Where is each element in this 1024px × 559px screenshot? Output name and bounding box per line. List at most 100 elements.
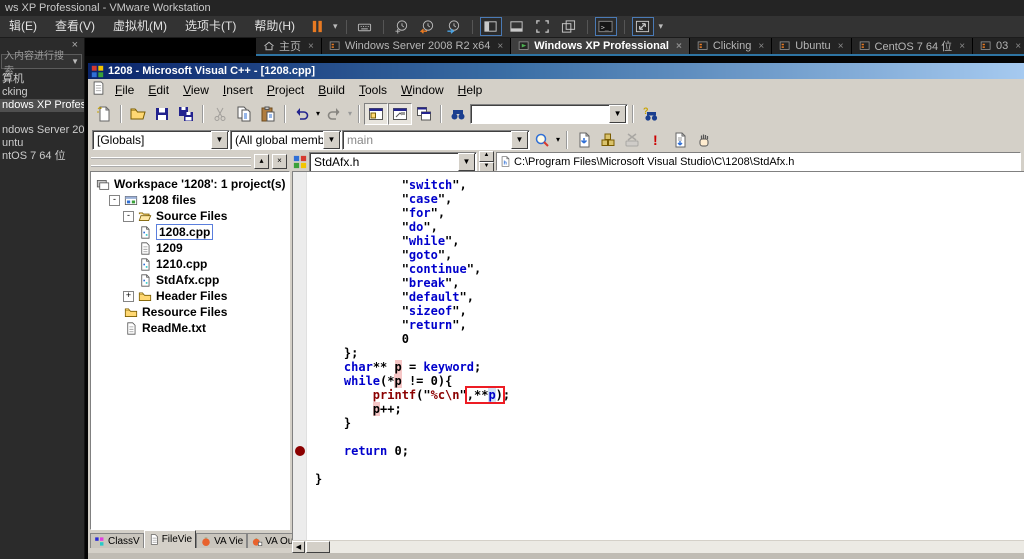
vm-tab[interactable]: 主页 × <box>256 38 322 54</box>
vmware-menu-item[interactable]: 帮助(H) <box>245 16 304 37</box>
msvc-menu-item[interactable]: Tools <box>352 83 394 97</box>
fit-guest-button[interactable] <box>631 17 654 36</box>
vm-tab[interactable]: Ubuntu × <box>772 38 852 54</box>
paste-button[interactable] <box>256 103 280 125</box>
redo-caret-icon[interactable]: ▾ <box>346 109 354 118</box>
msvc-menu-item[interactable]: Edit <box>141 83 176 97</box>
vm-tab[interactable]: Windows XP Professional × <box>511 38 690 54</box>
pane-close-button[interactable]: × <box>272 154 287 169</box>
pane-tab[interactable]: ClassV <box>90 533 144 548</box>
vm-list-item[interactable]: ndows XP Profession <box>0 99 84 112</box>
workspace-toggle-button[interactable] <box>364 102 389 125</box>
combo-dropdown-icon[interactable]: ▼ <box>211 130 228 149</box>
tree-item[interactable]: StdAfx.cpp <box>91 272 289 288</box>
pane-pin-button[interactable]: ▴ <box>254 154 269 169</box>
vm-list-item[interactable]: untu <box>0 137 84 150</box>
take-snapshot-button[interactable] <box>391 17 413 36</box>
search-dropdown-icon[interactable]: ▼ <box>71 57 79 66</box>
new-file-button[interactable] <box>92 103 116 125</box>
redo-button[interactable] <box>322 103 346 125</box>
library-search-input[interactable]: 入内容进行搜索 ▼ <box>1 51 82 77</box>
editor-margin[interactable] <box>293 172 307 540</box>
tab-close-icon[interactable]: × <box>758 41 764 52</box>
tree-item[interactable]: Workspace '1208': 1 project(s) <box>91 176 289 192</box>
compile-button[interactable] <box>572 129 596 151</box>
tree-item[interactable]: 1210.cpp <box>91 256 289 272</box>
fit-caret-icon[interactable]: ▾ <box>656 21 667 32</box>
unity-button[interactable] <box>558 17 580 36</box>
tree-item[interactable]: - 1208 files <box>91 192 289 208</box>
workspace-pane-grip[interactable]: ▴ × <box>88 152 290 171</box>
vm-list-item[interactable]: ntOS 7 64 位 <box>0 150 84 163</box>
tab-close-icon[interactable]: × <box>308 41 314 52</box>
h-scrollbar[interactable]: ◀ <box>292 540 1024 554</box>
stop-build-button[interactable] <box>620 129 644 151</box>
tree-item[interactable]: Resource Files <box>91 304 289 320</box>
tree-item[interactable]: 1209 <box>91 240 289 256</box>
tab-close-icon[interactable]: × <box>838 41 844 52</box>
vm-list-item[interactable]: ndows Server 2008 R <box>0 124 84 137</box>
vm-tab[interactable]: Clicking × <box>689 38 773 54</box>
tree-item[interactable]: - Source Files <box>91 208 289 224</box>
go-button[interactable] <box>668 129 692 151</box>
vm-tab[interactable]: Windows Server 2008 R2 x64 × <box>321 38 512 54</box>
output-toggle-button[interactable] <box>388 102 413 125</box>
vmware-menu-item[interactable]: 辑(E) <box>0 16 46 37</box>
combo-dropdown-icon[interactable]: ▼ <box>511 130 528 149</box>
save-button[interactable] <box>150 103 174 125</box>
msvc-menu-item[interactable]: Window <box>394 83 451 97</box>
code-editor[interactable]: "switch", "case", "for", "do", "while", … <box>292 171 1024 540</box>
pane-tab[interactable]: VA Ou <box>247 533 298 548</box>
search-help-button[interactable]: ? <box>638 103 662 125</box>
undo-caret-icon[interactable]: ▾ <box>314 109 322 118</box>
tree-item[interactable]: 1208.cpp <box>91 224 289 240</box>
copy-button[interactable] <box>232 103 256 125</box>
tree-expand-toggle[interactable]: + <box>123 290 134 302</box>
tab-close-icon[interactable]: × <box>1015 41 1021 52</box>
vmware-menu-item[interactable]: 选项卡(T) <box>176 16 245 37</box>
open-file-button[interactable] <box>126 103 150 125</box>
save-all-button[interactable] <box>174 103 198 125</box>
vm-list-item[interactable]: cking <box>0 86 84 99</box>
toggle-breakpoint-button[interactable] <box>692 129 716 151</box>
tab-close-icon[interactable]: × <box>959 41 965 52</box>
tab-close-icon[interactable]: × <box>497 41 503 52</box>
send-ctrl-alt-del-button[interactable] <box>354 17 376 36</box>
mdi-child-icon[interactable] <box>91 81 108 98</box>
undo-button[interactable] <box>290 103 314 125</box>
revert-snapshot-button[interactable] <box>417 17 439 36</box>
fullscreen-button[interactable] <box>532 17 554 36</box>
thumbnails-toggle-button[interactable] <box>506 17 528 36</box>
build-button[interactable] <box>596 129 620 151</box>
vm-tab[interactable]: 03 × <box>973 38 1024 54</box>
msvc-menu-item[interactable]: Insert <box>216 83 260 97</box>
msvc-menu-item[interactable]: Project <box>260 83 311 97</box>
vm-tab[interactable]: CentOS 7 64 位 × <box>851 38 974 54</box>
pane-tab[interactable]: VA Vie <box>196 533 248 548</box>
msvc-menu-item[interactable]: View <box>176 83 216 97</box>
vm-list-item[interactable]: 算机 <box>0 73 84 86</box>
console-view-button[interactable]: >_ <box>594 17 617 36</box>
msvc-menu-item[interactable]: Build <box>311 83 352 97</box>
suspend-button[interactable] <box>306 17 328 36</box>
combo-dropdown-icon[interactable]: ▼ <box>609 104 627 123</box>
vmware-menu-item[interactable]: 虚拟机(M) <box>104 16 176 37</box>
manage-snapshots-button[interactable] <box>443 17 465 36</box>
msvc-menu-item[interactable]: File <box>108 83 141 97</box>
find-in-files-button[interactable] <box>446 103 470 125</box>
members-combo[interactable]: (All global members▼ <box>230 129 342 150</box>
msvc-menu-item[interactable]: Help <box>451 83 490 97</box>
guest-console[interactable]: 1208 - Microsoft Visual C++ - [1208.cpp]… <box>85 56 1024 559</box>
windows-cascade-button[interactable] <box>412 103 436 125</box>
vmware-menu-item[interactable]: 查看(V) <box>46 16 104 37</box>
scope-combo[interactable]: [Globals] ▼ <box>92 129 230 150</box>
tree-item[interactable]: + Header Files <box>91 288 289 304</box>
va-file-combo[interactable]: StdAfx.h ▼ <box>309 151 477 172</box>
breakpoint-marker[interactable] <box>295 446 305 456</box>
va-spin-control[interactable]: ▲ ▼ <box>479 150 494 173</box>
symbol-combo[interactable]: main ▼ <box>342 129 530 150</box>
cut-button[interactable] <box>208 103 232 125</box>
va-wizard-button[interactable] <box>530 129 554 151</box>
workspace-pane[interactable]: Workspace '1208': 1 project(s) -1208 file… <box>90 171 290 530</box>
pane-tab[interactable]: FileVie <box>143 530 197 548</box>
